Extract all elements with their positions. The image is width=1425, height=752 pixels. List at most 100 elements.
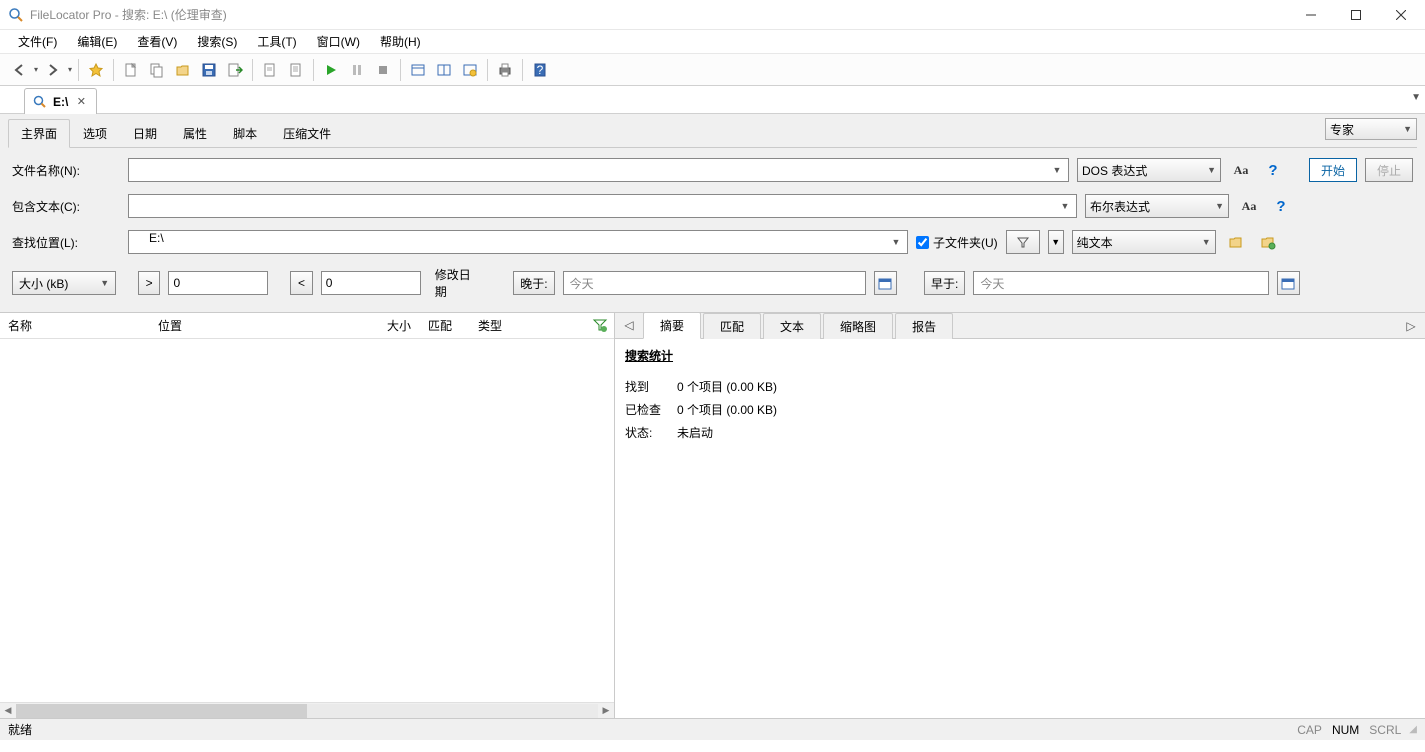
layout-b-button[interactable] xyxy=(432,58,456,82)
size-unit-select[interactable]: 大小 (kB) ▼ xyxy=(12,271,116,295)
before-date-input[interactable]: 今天 xyxy=(973,271,1269,295)
scroll-thumb[interactable] xyxy=(16,704,307,718)
detail-tabs-next-button[interactable]: ▷ xyxy=(1401,316,1421,336)
scroll-left-button[interactable]: ◀ xyxy=(0,703,16,719)
chevron-down-icon[interactable]: ▼ xyxy=(887,233,905,251)
export-button[interactable] xyxy=(223,58,247,82)
print-button[interactable] xyxy=(493,58,517,82)
results-hscrollbar[interactable]: ◀ ▶ xyxy=(0,702,614,718)
content-type-label: 纯文本 xyxy=(1077,234,1113,251)
detail-tab-hits[interactable]: 匹配 xyxy=(703,313,761,339)
filter-button[interactable] xyxy=(1006,230,1040,254)
criteria-tab-attributes[interactable]: 属性 xyxy=(170,119,220,148)
chevron-down-icon[interactable]: ▼ xyxy=(1056,197,1074,215)
maximize-button[interactable] xyxy=(1333,0,1378,29)
column-filter-button[interactable] xyxy=(592,317,608,336)
open-button[interactable] xyxy=(171,58,195,82)
copy-button[interactable] xyxy=(145,58,169,82)
stats-checked-value: 0 个项目 (0.00 KB) xyxy=(677,401,777,418)
col-type[interactable]: 类型 xyxy=(470,313,550,338)
search-icon xyxy=(33,95,47,109)
size-lt-button[interactable]: < xyxy=(290,271,313,295)
minimize-button[interactable] xyxy=(1288,0,1333,29)
stop-search-button[interactable] xyxy=(371,58,395,82)
detail-tab-report[interactable]: 报告 xyxy=(895,313,953,339)
close-button[interactable] xyxy=(1378,0,1423,29)
help-contains-button[interactable]: ? xyxy=(1269,194,1293,218)
help-filename-button[interactable]: ? xyxy=(1261,158,1285,182)
before-label: 早于: xyxy=(924,271,965,295)
menu-window[interactable]: 窗口(W) xyxy=(307,30,370,53)
results-header: 名称 位置 大小 匹配 类型 xyxy=(0,313,614,339)
browse-folder-alt-button[interactable] xyxy=(1256,230,1280,254)
filename-input[interactable]: ▼ xyxy=(128,158,1069,182)
col-hits[interactable]: 匹配 xyxy=(420,313,470,338)
before-calendar-button[interactable] xyxy=(1277,271,1300,295)
tab-menu-dropdown[interactable]: ▼ xyxy=(1411,92,1421,103)
subfolders-checkbox-input[interactable] xyxy=(916,236,929,249)
chevron-down-icon[interactable]: ▼ xyxy=(1048,161,1066,179)
start-button[interactable]: 开始 xyxy=(1309,158,1357,182)
size-lt-input[interactable] xyxy=(321,271,421,295)
browse-folder-button[interactable] xyxy=(1224,230,1248,254)
stop-button[interactable]: 停止 xyxy=(1365,158,1413,182)
col-location[interactable]: 位置 xyxy=(150,313,360,338)
detail-tab-summary[interactable]: 摘要 xyxy=(643,312,701,339)
menu-help[interactable]: 帮助(H) xyxy=(370,30,431,53)
size-gt-button[interactable]: > xyxy=(138,271,161,295)
detail-tabs-prev-button[interactable]: ◁ xyxy=(619,315,639,335)
criteria-tab-script[interactable]: 脚本 xyxy=(220,119,270,148)
size-gt-input[interactable] xyxy=(168,271,268,295)
nav-forward-button[interactable] xyxy=(41,58,65,82)
help-button[interactable]: ? xyxy=(528,58,552,82)
results-list[interactable] xyxy=(0,339,614,702)
case-sensitive-button[interactable]: Aa xyxy=(1229,158,1253,182)
filter-dropdown-button[interactable]: ▼ xyxy=(1048,230,1064,254)
after-date-input[interactable]: 今天 xyxy=(563,271,866,295)
contains-input[interactable]: ▼ xyxy=(128,194,1077,218)
cap-indicator: CAP xyxy=(1297,723,1322,737)
after-calendar-button[interactable] xyxy=(874,271,897,295)
criteria-tab-main[interactable]: 主界面 xyxy=(8,119,70,148)
document-tab[interactable]: E:\ ✕ xyxy=(24,88,97,114)
scroll-right-button[interactable]: ▶ xyxy=(598,703,614,719)
case-sensitive-contains-button[interactable]: Aa xyxy=(1237,194,1261,218)
start-search-button[interactable] xyxy=(319,58,343,82)
criteria-tab-options[interactable]: 选项 xyxy=(70,119,120,148)
save-button[interactable] xyxy=(197,58,221,82)
detail-tab-thumb[interactable]: 缩略图 xyxy=(823,313,893,339)
scrl-indicator: SCRL xyxy=(1369,723,1401,737)
layout-a-button[interactable] xyxy=(406,58,430,82)
col-size[interactable]: 大小 xyxy=(360,313,420,338)
nav-back-button[interactable] xyxy=(7,58,31,82)
subfolders-checkbox[interactable]: 子文件夹(U) xyxy=(916,234,998,251)
nav-back-dropdown[interactable]: ▾ xyxy=(32,65,40,74)
favorite-button[interactable] xyxy=(84,58,108,82)
resize-grip[interactable]: ◢ xyxy=(1409,724,1417,735)
tab-close-button[interactable]: ✕ xyxy=(74,95,88,109)
new-doc-button[interactable] xyxy=(119,58,143,82)
lookin-input[interactable]: E:\ ▼ xyxy=(128,230,908,254)
doc-b-button[interactable] xyxy=(284,58,308,82)
detail-tab-text[interactable]: 文本 xyxy=(763,313,821,339)
menu-file[interactable]: 文件(F) xyxy=(8,30,67,53)
doc-a-button[interactable] xyxy=(258,58,282,82)
menu-tools[interactable]: 工具(T) xyxy=(247,30,306,53)
criteria-tab-date[interactable]: 日期 xyxy=(120,119,170,148)
mode-select-label: 专家 xyxy=(1330,121,1354,138)
menu-edit[interactable]: 编辑(E) xyxy=(67,30,127,53)
contains-expression-select[interactable]: 布尔表达式 ▼ xyxy=(1085,194,1229,218)
layout-c-button[interactable] xyxy=(458,58,482,82)
mode-select[interactable]: 专家 ▼ xyxy=(1325,118,1417,140)
col-name[interactable]: 名称 xyxy=(0,313,150,338)
content-type-select[interactable]: 纯文本 ▼ xyxy=(1072,230,1216,254)
toolbar: ▾ ▾ ? xyxy=(0,54,1425,86)
pause-search-button[interactable] xyxy=(345,58,369,82)
stats-status-label: 状态: xyxy=(625,424,677,441)
menu-search[interactable]: 搜索(S) xyxy=(187,30,247,53)
criteria-tab-archive[interactable]: 压缩文件 xyxy=(270,119,344,148)
nav-forward-dropdown[interactable]: ▾ xyxy=(66,65,74,74)
filename-expression-select[interactable]: DOS 表达式 ▼ xyxy=(1077,158,1221,182)
menu-view[interactable]: 查看(V) xyxy=(127,30,187,53)
size-unit-label: 大小 (kB) xyxy=(19,275,68,292)
